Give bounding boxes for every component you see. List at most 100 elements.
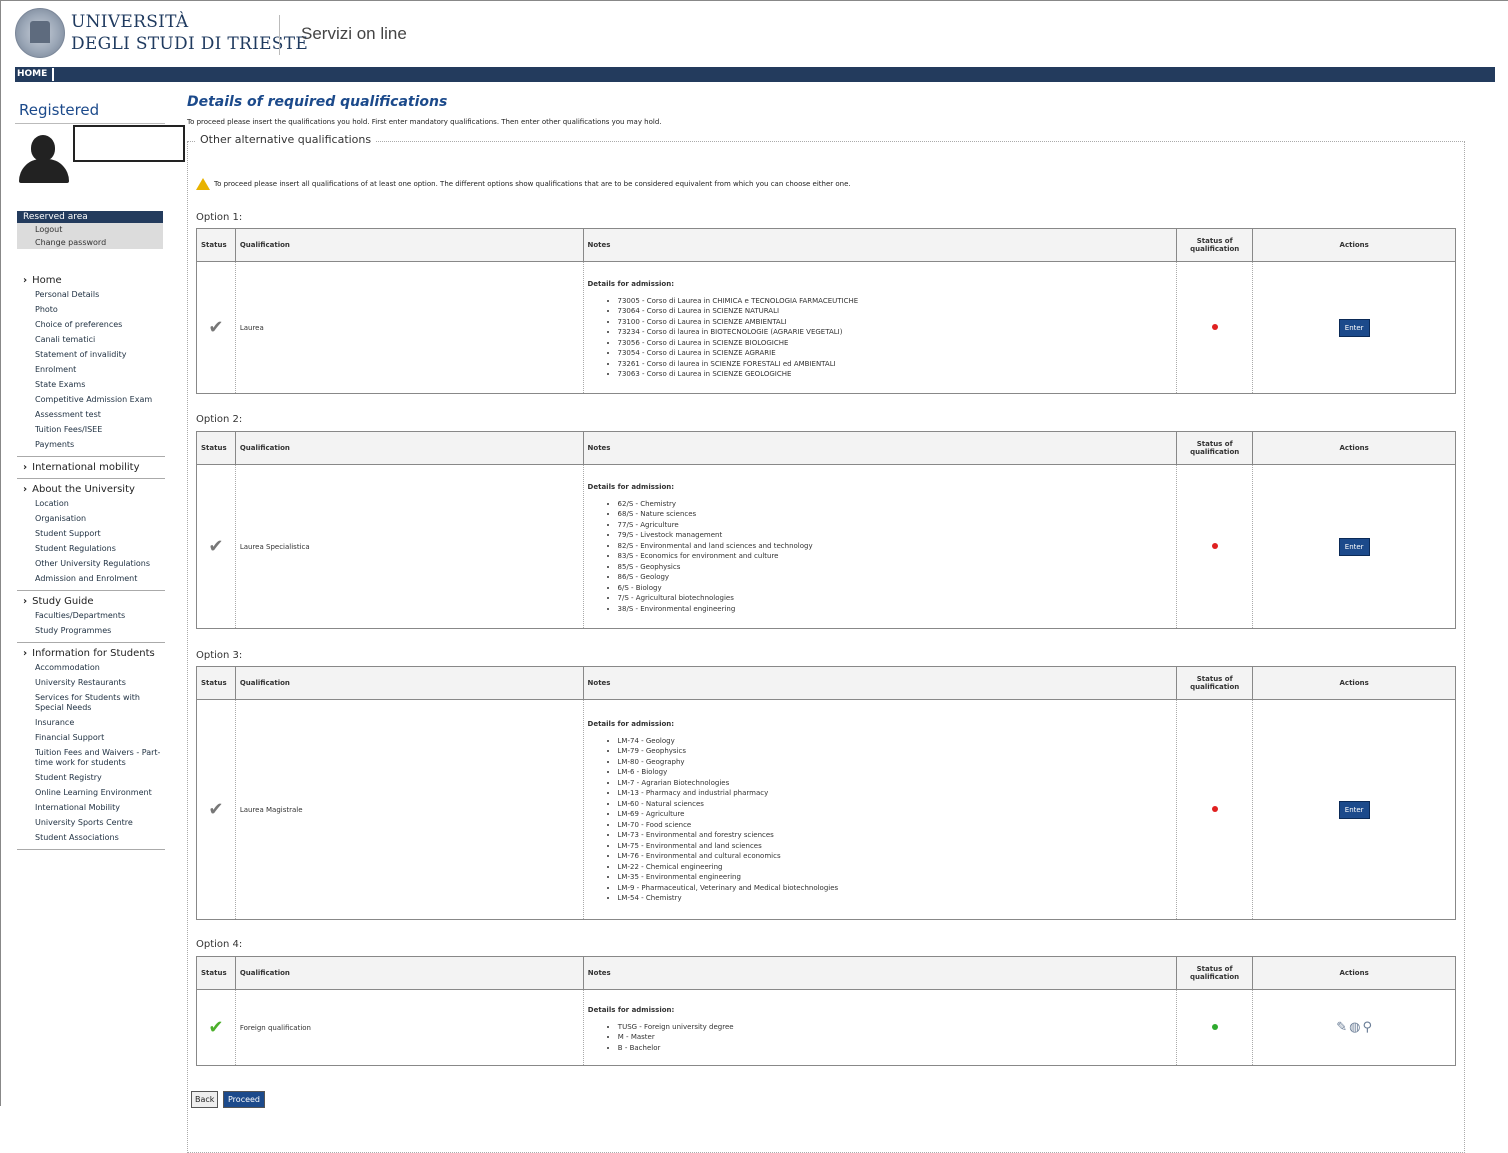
column-header-notes: Notes [582, 431, 1178, 465]
back-button[interactable]: Back [191, 1091, 219, 1108]
sidebar-item[interactable]: Tuition Fees/ISEE [17, 423, 165, 438]
sidebar-item[interactable]: Tuition Fees and Waivers - Part-time wor… [17, 746, 165, 771]
search-icon[interactable]: ⚲ [1362, 1020, 1372, 1035]
sidebar-item[interactable]: Assessment test [17, 408, 165, 423]
table-row: ✔ Laurea Magistrale Details for admission:… [196, 699, 1456, 920]
list-item: TUSG - Foreign university degree [618, 1022, 1172, 1033]
status-of-qualification-cell [1176, 464, 1253, 629]
fieldset-legend: Other alternative qualifications [196, 133, 376, 146]
sidebar-item[interactable]: State Exams [17, 378, 165, 393]
top-navbar: HOME [15, 67, 1495, 82]
list-item: 86/S - Geology [618, 572, 1173, 583]
reserved-area-title[interactable]: Reserved area [17, 211, 163, 223]
sidebar-section[interactable]: Home [17, 273, 165, 288]
avatar [17, 133, 73, 185]
column-header-qualification: Qualification [234, 956, 584, 990]
sidebar-item[interactable]: Personal Details [17, 288, 165, 303]
list-item: LM-70 - Food science [618, 820, 1173, 831]
list-item: LM-74 - Geology [618, 736, 1173, 747]
column-header-notes: Notes [582, 228, 1178, 262]
sidebar-item[interactable]: University Sports Centre [17, 816, 165, 831]
list-item: LM-60 - Natural sciences [618, 799, 1173, 810]
avatar-body-icon [19, 159, 69, 183]
column-header-qualification: Qualification [234, 431, 584, 465]
column-header-actions: Actions [1252, 228, 1456, 262]
avatar-head-icon [31, 135, 55, 161]
status-dot-icon [1211, 1023, 1218, 1030]
list-item: M - Master [618, 1032, 1172, 1043]
sidebar-item[interactable]: Student Regulations [17, 542, 165, 557]
notes-heading: Details for admission: [587, 482, 675, 491]
list-item: 73234 - Corso di laurea in BIOTECNOLOGIE… [618, 327, 1173, 338]
sidebar-divider [17, 478, 165, 479]
sidebar-item[interactable]: University Restaurants [17, 676, 165, 691]
sidebar-item[interactable]: Admission and Enrolment [17, 572, 165, 587]
enter-button[interactable]: Enter [1338, 800, 1370, 819]
sidebar-item[interactable]: Insurance [17, 716, 165, 731]
change-password-link[interactable]: Change password [17, 236, 163, 249]
sidebar-divider [17, 590, 165, 591]
column-header-notes: Notes [582, 956, 1177, 990]
list-item: LM-54 - Chemistry [618, 893, 1173, 904]
qualification-table: Status Qualification Notes Status of qualif… [196, 431, 1456, 629]
sidebar-item[interactable]: Competitive Admission Exam [17, 393, 165, 408]
sidebar-section[interactable]: About the University [17, 482, 165, 497]
sidebar-item[interactable]: Canali tematici [17, 333, 165, 348]
sidebar-item[interactable]: Statement of invalidity [17, 348, 165, 363]
sidebar-item[interactable]: Payments [17, 438, 165, 453]
sidebar-item[interactable]: Services for Students with Special Needs [17, 691, 165, 716]
sidebar-item[interactable]: Photo [17, 303, 165, 318]
page-header: UNIVERSITÀ DEGLI STUDI DI TRIESTE Serviz… [1, 1, 1508, 65]
qualification-name: Foreign qualification [234, 989, 584, 1066]
status-check-icon: ✔ [196, 261, 236, 394]
sidebar-item[interactable]: Organisation [17, 512, 165, 527]
sidebar-item[interactable]: Student Support [17, 527, 165, 542]
enter-button[interactable]: Enter [1338, 537, 1370, 556]
table-row: ✔Laurea Details for admission: 73005 - Cor… [196, 261, 1456, 394]
warning-icon [196, 178, 210, 190]
sidebar-item[interactable]: Other University Regulations [17, 557, 165, 572]
sidebar-section[interactable]: Study Guide [17, 594, 165, 609]
globe-icon[interactable]: ◍ [1349, 1020, 1360, 1035]
logout-link[interactable]: Logout [17, 223, 163, 236]
status-dot-icon [1211, 805, 1218, 812]
sidebar-item[interactable]: Financial Support [17, 731, 165, 746]
sidebar-divider [17, 849, 165, 850]
sidebar-item[interactable]: Student Registry [17, 771, 165, 786]
actions-cell: Enter [1252, 464, 1456, 629]
sidebar-item[interactable]: Faculties/Departments [17, 609, 165, 624]
column-header-status-of-qualification: Status of qualification [1176, 431, 1254, 465]
sidebar-item[interactable]: Accommodation [17, 661, 165, 676]
list-item: 7/S - Agricultural biotechnologies [618, 593, 1173, 604]
proceed-button[interactable]: Proceed [223, 1091, 266, 1108]
list-item: 73005 - Corso di Laurea in CHIMICA e TEC… [618, 296, 1173, 307]
sidebar: Registered Reserved area Logout Change p… [15, 101, 185, 850]
list-item: 73100 - Corso di Laurea in SCIENZE AMBIE… [618, 317, 1173, 328]
warning-text: To proceed please insert all qualificati… [214, 180, 851, 188]
sidebar-section[interactable]: International mobility [17, 460, 165, 475]
sidebar-item[interactable]: Location [17, 497, 165, 512]
redacted-name-box [73, 125, 185, 162]
sidebar-item[interactable]: Enrolment [17, 363, 165, 378]
status-check-icon: ✔ [196, 464, 236, 629]
services-title: Servizi on line [301, 24, 407, 43]
list-item: 73054 - Corso di Laurea in SCIENZE AGRAR… [618, 348, 1173, 359]
list-item: 73064 - Corso di Laurea in SCIENZE NATUR… [618, 306, 1173, 317]
sidebar-item[interactable]: Online Learning Environment [17, 786, 165, 801]
list-item: 77/S - Agriculture [618, 520, 1173, 531]
nav-home-link[interactable]: HOME [17, 68, 55, 81]
sidebar-item[interactable]: Study Programmes [17, 624, 165, 639]
sidebar-item[interactable]: International Mobility [17, 801, 165, 816]
notes-cell: Details for admission: 73005 - Corso di L… [582, 261, 1177, 394]
status-check-icon: ✔ [196, 699, 236, 920]
qualification-table: Status Qualification Notes Status of qualif… [196, 956, 1456, 1066]
table-row: ✔ Foreign qualification Details for admiss… [196, 989, 1456, 1066]
column-header-notes: Notes [582, 666, 1178, 700]
sidebar-section[interactable]: Information for Students [17, 646, 165, 661]
sidebar-item[interactable]: Choice of preferences [17, 318, 165, 333]
sidebar-item[interactable]: Student Associations [17, 831, 165, 846]
enter-button[interactable]: Enter [1338, 318, 1370, 337]
status-dot-icon [1211, 542, 1218, 549]
list-item: LM-69 - Agriculture [618, 809, 1173, 820]
edit-icon[interactable]: ✎ [1336, 1020, 1347, 1035]
